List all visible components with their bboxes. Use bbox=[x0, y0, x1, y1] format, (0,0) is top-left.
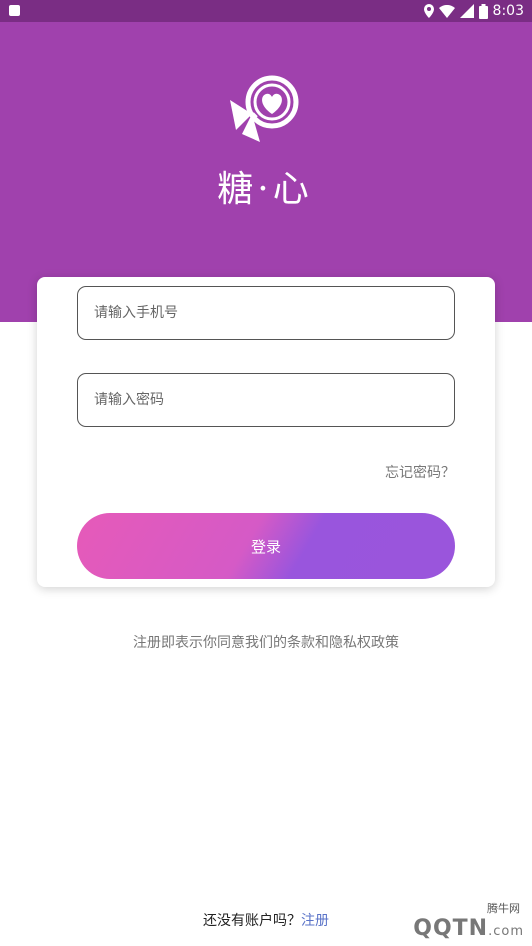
candy-heart-logo-icon bbox=[230, 75, 299, 142]
phone-input[interactable] bbox=[78, 287, 454, 339]
phone-field[interactable] bbox=[77, 286, 455, 340]
watermark-main-text: QQTN bbox=[413, 916, 489, 941]
app-notification-icon bbox=[9, 5, 20, 16]
watermark-suffix: .com bbox=[488, 924, 524, 939]
forgot-password-link[interactable]: 忘记密码？ bbox=[385, 462, 455, 482]
password-field[interactable] bbox=[77, 373, 455, 427]
battery-icon bbox=[478, 3, 488, 19]
register-prompt-text: 还没有账户吗？ bbox=[203, 913, 301, 929]
wifi-icon bbox=[438, 4, 455, 18]
brand-name: 糖·心 bbox=[217, 169, 313, 210]
status-time: 8:03 bbox=[492, 3, 524, 19]
terms-text[interactable]: 注册即表示你同意我们的条款和隐私权政策 bbox=[0, 632, 532, 652]
signal-icon bbox=[459, 4, 474, 18]
watermark-top: 腾牛网 bbox=[487, 902, 520, 915]
location-icon bbox=[423, 4, 434, 18]
status-bar: 8:03 bbox=[0, 0, 532, 22]
password-input[interactable] bbox=[78, 374, 454, 426]
login-button[interactable]: 登录 bbox=[77, 513, 455, 579]
login-card: 忘记密码？ 登录 bbox=[37, 277, 495, 587]
watermark: 腾牛网 QQTN.com bbox=[332, 896, 524, 944]
watermark-main: QQTN.com bbox=[413, 916, 524, 941]
status-icons: 8:03 bbox=[423, 2, 524, 20]
register-link[interactable]: 注册 bbox=[301, 913, 329, 929]
